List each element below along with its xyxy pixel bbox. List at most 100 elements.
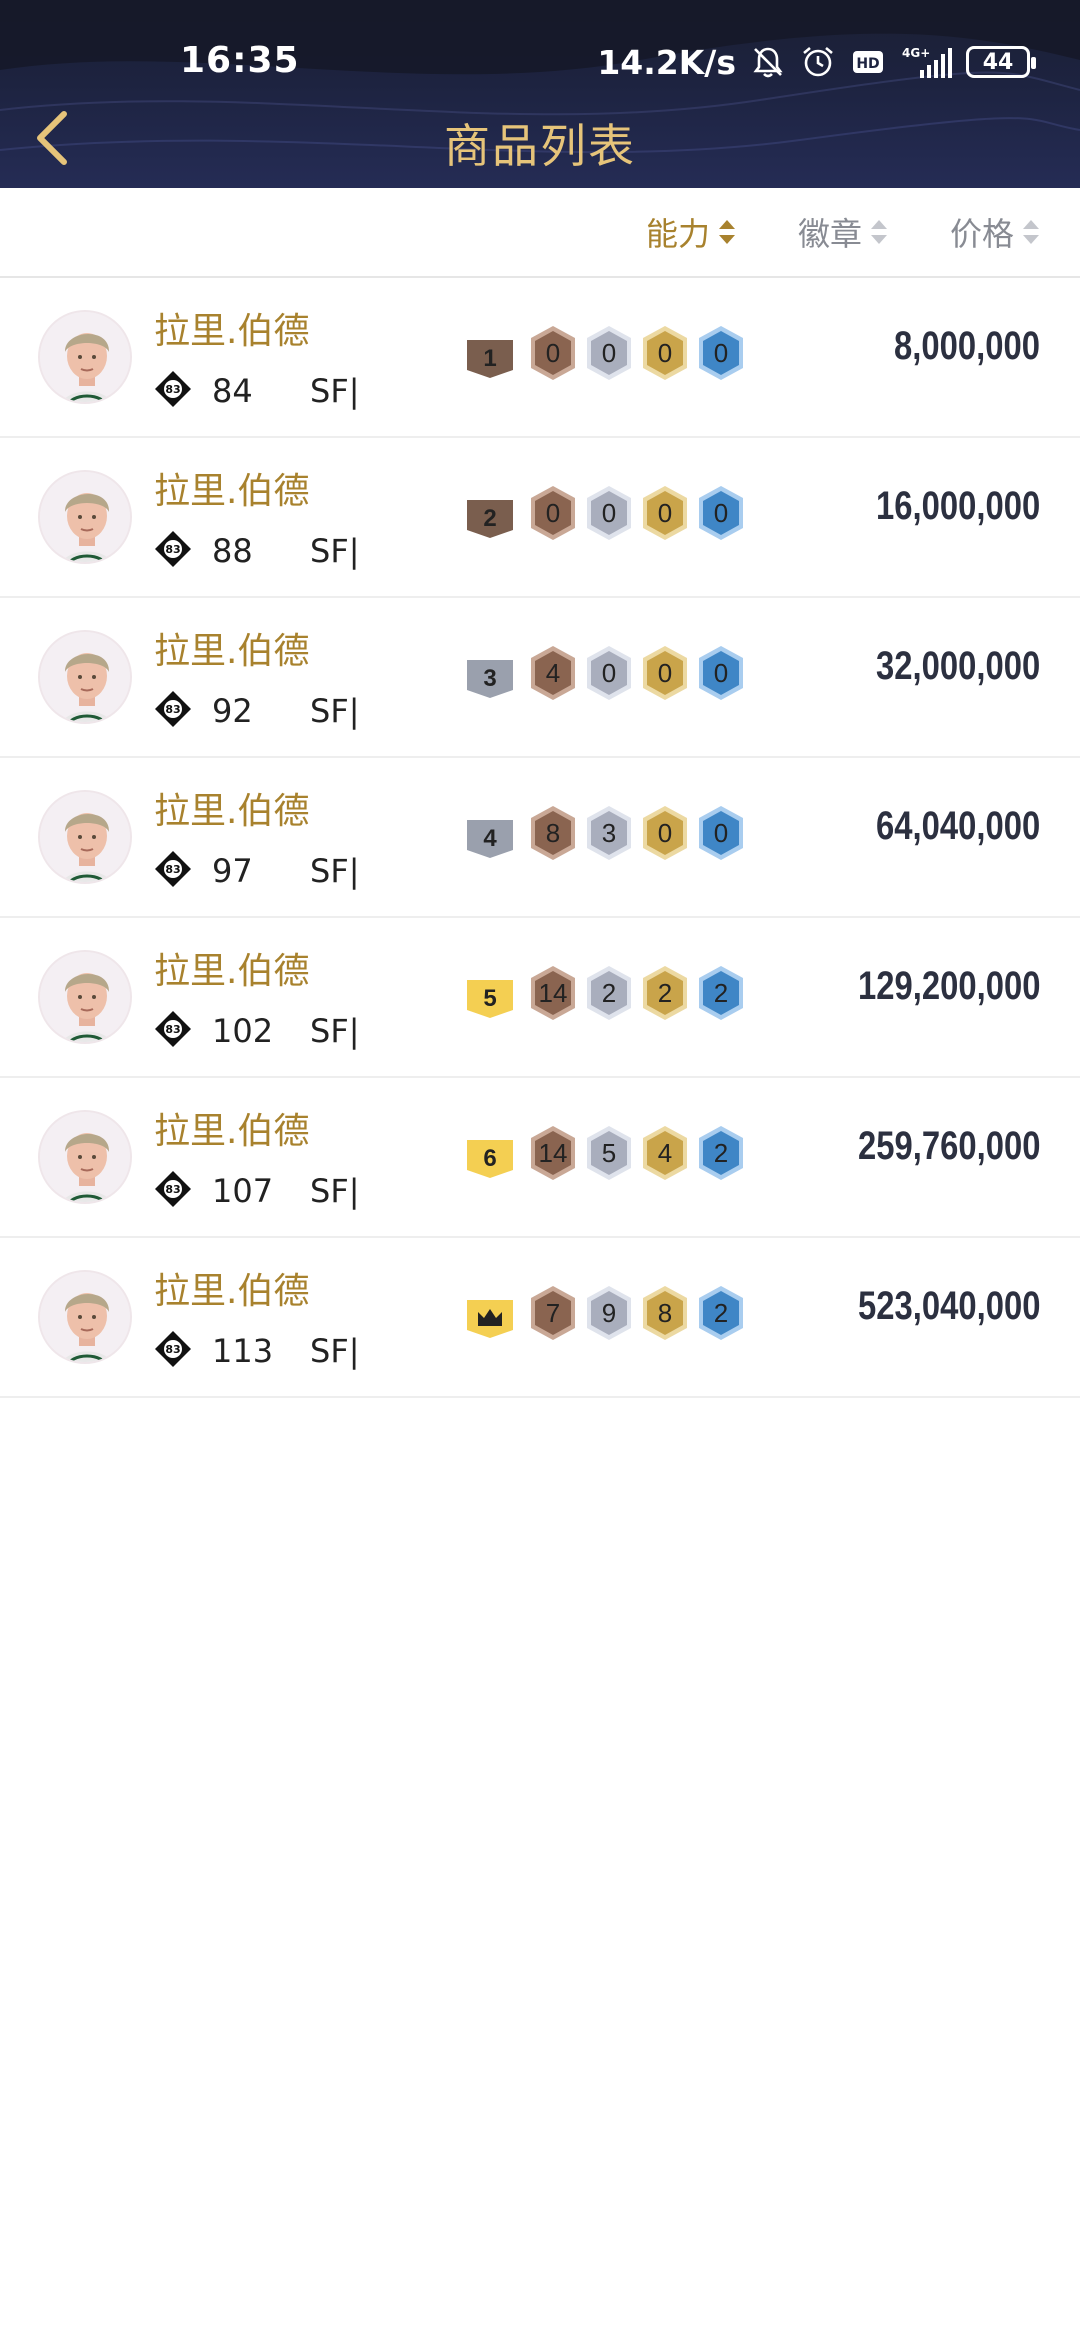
sort-label-price: 价格 — [950, 215, 1015, 253]
tier-badge — [467, 1300, 513, 1338]
player-name: 拉里.伯德 — [154, 311, 310, 352]
svg-text:83: 83 — [165, 703, 180, 716]
status-icons: 14.2K/s HD 4G+ 44 — [597, 40, 1036, 84]
bronze-badge: 7 — [531, 1286, 575, 1340]
avatar — [38, 950, 132, 1044]
player-avatar-icon — [40, 792, 130, 882]
blue-badge: 2 — [699, 966, 743, 1020]
list-item[interactable]: 拉里.伯德 83 84 SF| 1 0 0 0 0 8,000,000 — [0, 278, 1080, 438]
player-avatar-icon — [40, 632, 130, 722]
badge-count: 2 — [658, 978, 672, 1008]
sort-by-ability[interactable]: 能力 — [646, 210, 736, 254]
badge-count: 2 — [714, 1298, 728, 1328]
page-title: 商品列表 — [444, 119, 636, 173]
list-item[interactable]: 拉里.伯德 83 102 SF| 5 14 2 2 2 129,200,000 — [0, 918, 1080, 1078]
badge-count: 0 — [714, 818, 728, 848]
tier-badge: 6 — [467, 1140, 513, 1178]
tier-label: 1 — [483, 345, 496, 372]
avatar — [38, 470, 132, 564]
rating-value: 88 — [212, 532, 253, 570]
player-position: SF| — [310, 372, 360, 410]
tier-label: 2 — [483, 505, 496, 532]
list-item[interactable]: 拉里.伯德 83 107 SF| 6 14 5 4 2 259,760,000 — [0, 1078, 1080, 1238]
silver-badge: 2 — [587, 966, 631, 1020]
rating-value: 84 — [212, 372, 253, 410]
header: 16:35 14.2K/s HD 4G+ 44 商品列表 — [0, 0, 1080, 188]
badge-count: 0 — [546, 338, 560, 368]
badge-count: 0 — [658, 338, 672, 368]
network-label: 4G+ — [902, 46, 930, 60]
price: 64,040,000 — [875, 804, 1040, 848]
sort-label-badges: 徽章 — [798, 215, 863, 253]
badge-count: 4 — [546, 658, 560, 688]
badge-count: 7 — [546, 1298, 560, 1328]
price: 259,760,000 — [857, 1124, 1040, 1168]
tier-label: 4 — [483, 825, 497, 852]
list-item[interactable]: 拉里.伯德 83 92 SF| 3 4 0 0 0 32,000,000 — [0, 598, 1080, 758]
signal-icon: 4G+ — [902, 46, 952, 78]
list-item[interactable]: 拉里.伯德 83 88 SF| 2 0 0 0 0 16,000,000 — [0, 438, 1080, 598]
tier-badge: 2 — [467, 500, 513, 538]
badge-count: 0 — [602, 498, 616, 528]
list-item[interactable]: 拉里.伯德 83 113 SF| 7 9 8 2 523,040,000 — [0, 1238, 1080, 1398]
rating-diamond-icon: 83 — [155, 1331, 191, 1367]
svg-text:83: 83 — [165, 863, 180, 876]
sort-arrows-icon — [719, 220, 736, 244]
sort-label-ability: 能力 — [646, 215, 711, 253]
player-position: SF| — [310, 1332, 360, 1370]
badge-count: 2 — [714, 1138, 728, 1168]
gold-badge: 0 — [643, 806, 687, 860]
gold-badge: 0 — [643, 486, 687, 540]
silver-badge: 0 — [587, 486, 631, 540]
player-position: SF| — [310, 1172, 360, 1210]
player-position: SF| — [310, 1012, 360, 1050]
player-avatar-icon — [40, 472, 130, 562]
rating-diamond-icon: 83 — [155, 1171, 191, 1207]
player-avatar-icon — [40, 952, 130, 1042]
rating-value: 107 — [212, 1172, 274, 1210]
svg-text:83: 83 — [165, 383, 180, 396]
badge-count: 0 — [602, 338, 616, 368]
tier-badge: 5 — [467, 980, 513, 1018]
badge-count: 4 — [658, 1138, 672, 1168]
badge-count: 0 — [602, 658, 616, 688]
svg-text:83: 83 — [165, 1023, 180, 1036]
sort-arrows-icon — [1023, 220, 1040, 244]
bell-muted-icon — [753, 47, 783, 78]
tier-label: 5 — [483, 985, 496, 1012]
player-name: 拉里.伯德 — [154, 951, 310, 992]
price: 8,000,000 — [894, 324, 1040, 368]
player-position: SF| — [310, 692, 360, 730]
status-time: 16:35 — [180, 40, 300, 81]
badge-count: 8 — [546, 818, 560, 848]
player-avatar-icon — [40, 1112, 130, 1202]
tier-badge: 4 — [467, 820, 513, 858]
player-name: 拉里.伯德 — [154, 791, 310, 832]
sort-by-badges[interactable]: 徽章 — [798, 210, 888, 254]
hd-icon: HD — [853, 51, 883, 73]
gold-badge: 0 — [643, 646, 687, 700]
blue-badge: 0 — [699, 646, 743, 700]
gold-badge: 0 — [643, 326, 687, 380]
sort-by-price[interactable]: 价格 — [950, 210, 1040, 254]
badge-count: 0 — [658, 818, 672, 848]
rating-diamond-icon: 83 — [155, 691, 191, 727]
badge-count: 0 — [658, 498, 672, 528]
list-item[interactable]: 拉里.伯德 83 97 SF| 4 8 3 0 0 64,040,000 — [0, 758, 1080, 918]
alarm-icon — [803, 47, 833, 77]
badge-count: 2 — [602, 978, 616, 1008]
rating-value: 92 — [212, 692, 253, 730]
tier-label: 6 — [483, 1145, 496, 1172]
badge-count: 5 — [602, 1138, 616, 1168]
badge-count: 2 — [714, 978, 728, 1008]
svg-text:83: 83 — [165, 1343, 180, 1356]
sort-bar: 能力 徽章 价格 — [0, 188, 1080, 278]
bronze-badge: 14 — [531, 1126, 575, 1180]
bronze-badge: 0 — [531, 326, 575, 380]
player-avatar-icon — [40, 312, 130, 402]
silver-badge: 3 — [587, 806, 631, 860]
status-bar: 16:35 14.2K/s HD 4G+ 44 — [0, 0, 1080, 124]
badge-count: 14 — [539, 978, 568, 1008]
badge-count: 0 — [546, 498, 560, 528]
tier-badge: 1 — [467, 340, 513, 378]
